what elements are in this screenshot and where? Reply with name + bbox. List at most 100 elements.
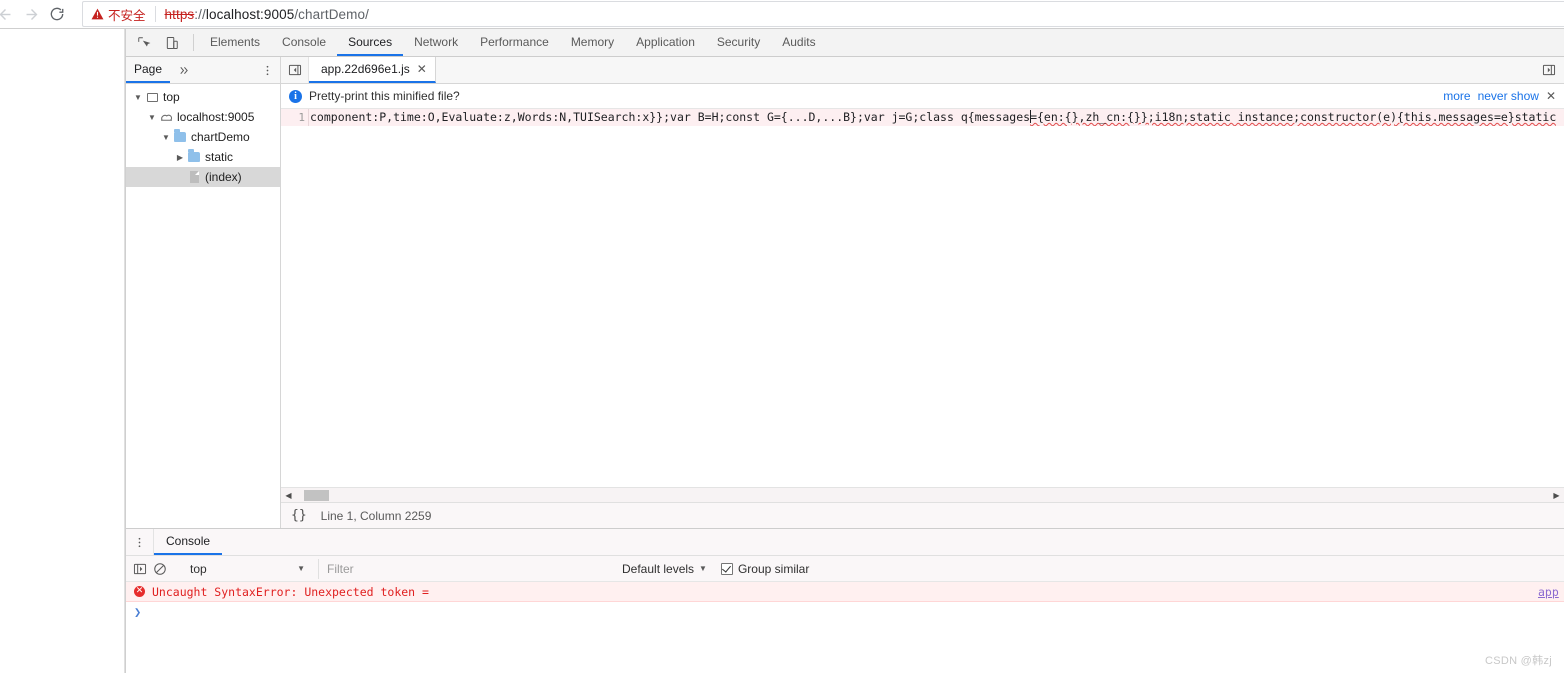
- editor-statusbar: {} Line 1, Column 2259: [281, 502, 1564, 528]
- infobar-never-show-link[interactable]: never show: [1478, 89, 1539, 103]
- tree-item-localhost[interactable]: ▼ localhost:9005: [126, 107, 280, 127]
- tab-label: Security: [716, 34, 761, 49]
- tree-item-label: localhost:9005: [177, 110, 255, 124]
- tab-audits[interactable]: Audits: [771, 29, 826, 56]
- arrow-left-icon: [0, 8, 10, 20]
- file-tree: ▼ top ▼ localhost:9005 ▼ chartDemo ▶ sta…: [126, 84, 280, 187]
- scroll-right-icon[interactable]: ▶: [1549, 488, 1564, 503]
- tab-network[interactable]: Network: [403, 29, 469, 56]
- group-similar-toggle[interactable]: Group similar: [720, 561, 810, 576]
- show-debugger-sidebar-button[interactable]: [1534, 57, 1564, 83]
- info-icon: i: [289, 89, 302, 103]
- code-line-1: 1 component:P,time:O,Evaluate:z,Words:N,…: [281, 109, 1564, 126]
- tree-item-label: top: [163, 90, 180, 104]
- page-viewport-area: [0, 29, 125, 673]
- group-similar-label: Group similar: [737, 561, 810, 576]
- toggle-device-toolbar-button[interactable]: [162, 33, 182, 53]
- tree-item-static[interactable]: ▶ static: [126, 147, 280, 167]
- twisty-icon[interactable]: ▼: [160, 133, 172, 142]
- code-segment-error: ={en:{},zh_cn:{}};i18n;static instance;c…: [1030, 110, 1557, 124]
- security-indicator[interactable]: 不安全: [91, 5, 146, 24]
- console-messages: ✕ Uncaught SyntaxError: Unexpected token…: [126, 582, 1564, 673]
- console-sidebar-icon: [133, 563, 147, 574]
- navigator-menu-button[interactable]: [261, 57, 274, 83]
- scrollbar-thumb[interactable]: [304, 489, 329, 501]
- address-bar[interactable]: 不安全 https://localhost:9005/chartDemo/: [82, 1, 1564, 27]
- scrollbar-track[interactable]: [296, 488, 1549, 503]
- tree-item-top[interactable]: ▼ top: [126, 87, 280, 107]
- watermark: CSDN @韩zj: [1484, 655, 1552, 667]
- twisty-icon[interactable]: ▶: [174, 153, 186, 162]
- console-input-row[interactable]: ❯: [126, 602, 1564, 622]
- chevron-double-right-icon: [180, 66, 188, 74]
- back-button[interactable]: [0, 1, 18, 27]
- collapse-navigator-button[interactable]: [281, 57, 309, 83]
- close-icon[interactable]: ✕: [417, 62, 427, 76]
- clear-console-button[interactable]: [150, 559, 170, 579]
- editor-tabbar: app.22d696e1.js ✕: [281, 57, 1564, 84]
- navigator-more-tabs-button[interactable]: [170, 57, 197, 83]
- tab-elements[interactable]: Elements: [199, 29, 271, 56]
- code-viewer[interactable]: 1 component:P,time:O,Evaluate:z,Words:N,…: [281, 109, 1564, 487]
- devtools-window: Elements Console Sources Network Perform…: [0, 29, 1564, 673]
- security-label: 不安全: [108, 8, 146, 23]
- group-similar-checkbox[interactable]: [720, 562, 733, 575]
- cursor-position: Line 1, Column 2259: [320, 508, 432, 523]
- navigator-tab-page[interactable]: Page: [126, 57, 171, 83]
- editor-tab-app-js[interactable]: app.22d696e1.js ✕: [309, 57, 436, 83]
- clear-console-icon: [154, 562, 166, 575]
- devtools-tool-icons: [126, 29, 188, 56]
- collapse-navigator-icon: [288, 64, 301, 76]
- drawer-menu-button[interactable]: [126, 529, 154, 555]
- reload-icon: [50, 7, 64, 21]
- tree-item-index[interactable]: (index): [126, 167, 280, 187]
- infobar-more-link[interactable]: more: [1443, 89, 1470, 103]
- infobar-actions: more never show ✕: [1443, 89, 1564, 103]
- tab-console[interactable]: Console: [271, 29, 337, 56]
- pretty-print-button[interactable]: {}: [291, 508, 307, 523]
- scroll-left-icon[interactable]: ◀: [281, 488, 296, 503]
- twisty-icon[interactable]: ▼: [146, 113, 158, 122]
- tab-memory[interactable]: Memory: [560, 29, 625, 56]
- reload-button[interactable]: [44, 1, 70, 27]
- drawer-tab-console[interactable]: Console: [154, 529, 223, 555]
- execution-context-selector[interactable]: top ▼: [185, 559, 310, 579]
- console-message-source-link[interactable]: app: [1538, 585, 1564, 599]
- code-line-text: component:P,time:O,Evaluate:z,Words:N,TU…: [308, 109, 1556, 126]
- console-sidebar-button[interactable]: [130, 559, 150, 579]
- code-segment-valid: component:P,time:O,Evaluate:z,Words:N,TU…: [310, 110, 1031, 124]
- console-message-row[interactable]: ✕ Uncaught SyntaxError: Unexpected token…: [126, 582, 1564, 602]
- document-icon: [186, 171, 202, 183]
- tab-label: Console: [282, 34, 327, 49]
- close-icon[interactable]: ✕: [1546, 89, 1556, 103]
- tab-label: Elements: [210, 34, 261, 49]
- editor-tab-filename: app.22d696e1.js: [321, 62, 410, 76]
- pretty-print-infobar: i Pretty-print this minified file? more …: [281, 84, 1564, 109]
- editor-horizontal-scrollbar[interactable]: ◀ ▶: [281, 487, 1564, 502]
- inspect-element-button[interactable]: [134, 33, 154, 53]
- tabstrip-divider: [193, 34, 194, 51]
- infobar-message: Pretty-print this minified file?: [309, 89, 460, 103]
- console-filter-input[interactable]: Filter: [318, 558, 618, 579]
- tree-item-chartdemo[interactable]: ▼ chartDemo: [126, 127, 280, 147]
- twisty-icon[interactable]: ▼: [132, 93, 144, 102]
- browser-toolbar: 不安全 https://localhost:9005/chartDemo/: [0, 0, 1564, 29]
- arrow-right-icon: [26, 8, 37, 20]
- console-message-text: Uncaught SyntaxError: Unexpected token =: [152, 584, 429, 599]
- execution-context-value: top: [190, 561, 207, 576]
- navigator-tab-label: Page: [134, 62, 163, 76]
- tab-sources[interactable]: Sources: [337, 29, 404, 56]
- log-levels-label: Default levels: [622, 561, 695, 576]
- forward-button[interactable]: [18, 1, 44, 27]
- warning-triangle-icon: [91, 8, 104, 20]
- tree-item-label: static: [205, 150, 234, 164]
- tree-item-label: chartDemo: [191, 130, 250, 144]
- log-levels-selector[interactable]: Default levels ▼: [622, 562, 707, 576]
- more-vertical-icon: [266, 65, 269, 75]
- tree-item-label: (index): [205, 170, 242, 184]
- devtools-tabstrip: Elements Console Sources Network Perform…: [126, 29, 1564, 57]
- console-toolbar: top ▼ Filter Default levels ▼ Group simi…: [126, 556, 1564, 582]
- tab-performance[interactable]: Performance: [469, 29, 560, 56]
- tab-application[interactable]: Application: [625, 29, 706, 56]
- tab-security[interactable]: Security: [706, 29, 771, 56]
